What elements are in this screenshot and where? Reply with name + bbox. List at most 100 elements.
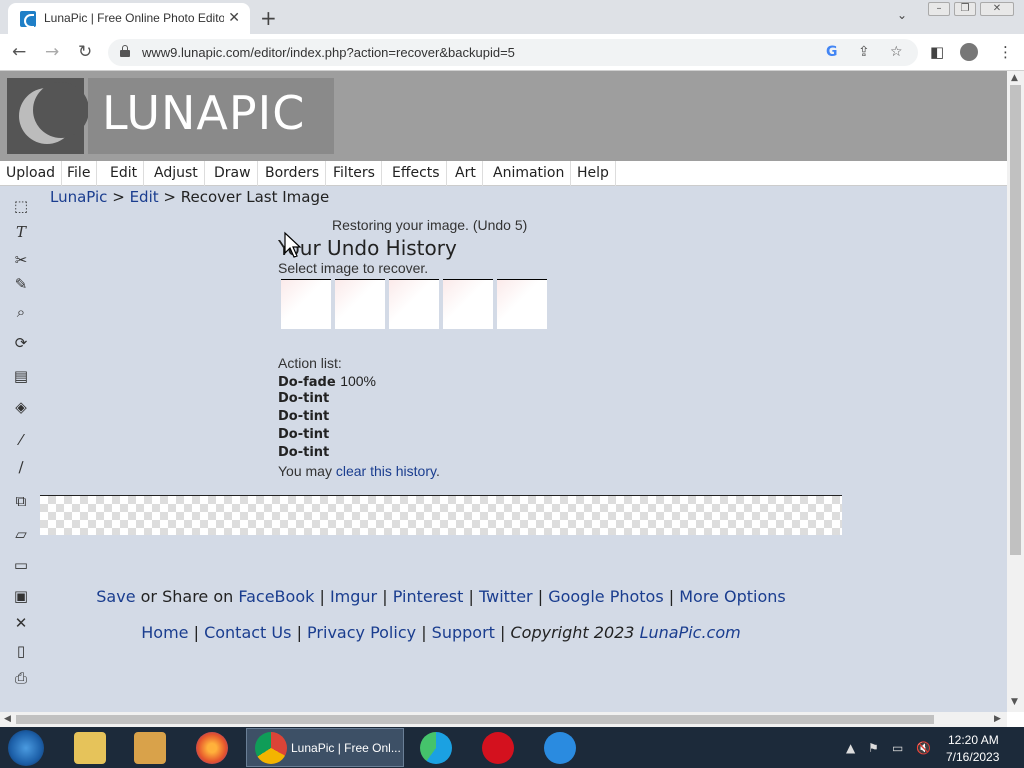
save-link[interactable]: Save — [96, 587, 135, 606]
menu-effects[interactable]: Effects — [386, 161, 447, 186]
eraser-icon[interactable]: ▱ — [8, 523, 34, 545]
address-bar[interactable]: www9.lunapic.com/editor/index.php?action… — [108, 39, 918, 66]
google-icon[interactable]: G — [826, 44, 838, 60]
scissors-icon[interactable]: ✂ — [8, 249, 34, 271]
scroll-down-icon[interactable]: ▼ — [1011, 697, 1018, 707]
action-list-label: Action list: — [278, 355, 342, 371]
image-canvas[interactable] — [40, 495, 842, 535]
url-text[interactable]: www9.lunapic.com/editor/index.php?action… — [142, 45, 515, 60]
moon-logo-icon[interactable] — [7, 78, 89, 154]
contact-us-link[interactable]: Contact Us — [204, 623, 291, 642]
mouse-cursor-icon — [284, 231, 302, 258]
scroll-right-icon[interactable]: ▶ — [994, 714, 1001, 724]
file-explorer-icon[interactable] — [74, 732, 106, 764]
browser-toolbar: ← → ↻ www9.lunapic.com/editor/index.php?… — [0, 34, 1024, 71]
scroll-left-icon[interactable]: ◀ — [4, 714, 11, 724]
open-folder-icon[interactable]: ▭ — [8, 554, 34, 576]
start-button[interactable] — [8, 730, 44, 766]
forward-icon[interactable]: → — [45, 42, 59, 62]
window-close-button[interactable]: ✕ — [980, 2, 1014, 16]
brush-icon[interactable]: ∕ — [8, 456, 34, 478]
menu-adjust[interactable]: Adjust — [148, 161, 205, 186]
main-menu: Upload File Edit Adjust Draw Borders Fil… — [0, 161, 1007, 186]
select-icon[interactable]: ⬚ — [8, 195, 34, 217]
zoom-icon[interactable]: ⌕ — [8, 301, 34, 323]
side-panel-icon[interactable]: ◧ — [930, 43, 944, 61]
undo-thumbnail-4[interactable] — [443, 279, 493, 329]
breadcrumb-home-link[interactable]: LunaPic — [50, 188, 107, 206]
eyedropper-icon[interactable]: ⁄ — [8, 429, 34, 451]
layer-icon[interactable]: ▤ — [8, 365, 34, 387]
menu-file[interactable]: File — [61, 161, 98, 186]
vertical-scrollbar[interactable]: ▲ ▼ — [1007, 71, 1024, 712]
clock-time[interactable]: 12:20 AM — [948, 733, 999, 747]
menu-help[interactable]: Help — [571, 161, 616, 186]
undo-thumbnail-1[interactable] — [281, 279, 331, 329]
menu-art[interactable]: Art — [449, 161, 483, 186]
internet-explorer-icon[interactable] — [544, 732, 576, 764]
horizontal-scroll-thumb[interactable] — [16, 715, 934, 724]
edge-icon[interactable] — [420, 732, 452, 764]
more-menu-icon[interactable]: ⋮ — [998, 43, 1013, 61]
clear-history-link[interactable]: clear this history — [336, 463, 436, 479]
google-photos-link[interactable]: Google Photos — [548, 587, 663, 606]
opera-icon[interactable] — [482, 732, 514, 764]
breadcrumb-edit-link[interactable]: Edit — [130, 188, 159, 206]
browser-tab[interactable]: LunaPic | Free Online Photo Edito ✕ — [8, 3, 250, 34]
share-icon[interactable]: ⇪ — [858, 44, 870, 60]
select-image-instruction: Select image to recover. — [278, 260, 429, 276]
taskbar-chrome-button[interactable]: LunaPic | Free Onl... — [246, 728, 404, 767]
menu-animation[interactable]: Animation — [487, 161, 572, 186]
menu-upload[interactable]: Upload — [0, 161, 63, 186]
undo-thumbnail-3[interactable] — [389, 279, 439, 329]
pencil-icon[interactable]: ✎ — [8, 273, 34, 295]
paint-bucket-icon[interactable]: ◈ — [8, 396, 34, 418]
firefox-icon[interactable] — [196, 732, 228, 764]
lock-icon[interactable] — [120, 45, 130, 57]
menu-borders[interactable]: Borders — [259, 161, 327, 186]
scroll-up-icon[interactable]: ▲ — [1011, 73, 1018, 83]
media-player-icon[interactable] — [134, 732, 166, 764]
maximize-button[interactable]: ❐ — [954, 2, 976, 16]
menu-filters[interactable]: Filters — [327, 161, 382, 186]
menu-draw[interactable]: Draw — [208, 161, 258, 186]
page-icon[interactable]: ▯ — [8, 640, 34, 662]
privacy-policy-link[interactable]: Privacy Policy — [307, 623, 416, 642]
lunapic-favicon-icon — [20, 11, 36, 28]
minimize-button[interactable]: – — [928, 2, 950, 16]
support-link[interactable]: Support — [432, 623, 495, 642]
facebook-link[interactable]: FaceBook — [238, 587, 314, 606]
profile-avatar-icon[interactable] — [960, 43, 978, 61]
lunapic-site-link[interactable]: LunaPic.com — [640, 623, 741, 642]
pinterest-link[interactable]: Pinterest — [393, 587, 464, 606]
tab-search-chevron-icon[interactable]: ⌄ — [897, 8, 907, 22]
breadcrumb-separator: > — [112, 188, 125, 206]
rotate-icon[interactable]: ⟳ — [8, 332, 34, 354]
reload-icon[interactable]: ↻ — [78, 42, 92, 62]
menu-edit[interactable]: Edit — [104, 161, 145, 186]
home-link[interactable]: Home — [141, 623, 188, 642]
volume-muted-icon[interactable]: 🔇 — [916, 741, 931, 755]
undo-thumbnail-5[interactable] — [497, 279, 547, 329]
clear-history-line: You may clear this history. — [278, 463, 440, 479]
print-icon[interactable]: ⎙ — [8, 667, 34, 689]
clock-date[interactable]: 7/16/2023 — [946, 750, 999, 764]
tab-close-icon[interactable]: ✕ — [228, 10, 240, 26]
more-options-link[interactable]: More Options — [679, 587, 785, 606]
logo[interactable]: LUNAPIC — [88, 78, 334, 154]
action-center-flag-icon[interactable]: ⚑ — [868, 741, 879, 755]
vertical-scroll-thumb[interactable] — [1010, 85, 1021, 555]
bookmark-star-icon[interactable]: ☆ — [890, 44, 903, 60]
new-tab-icon[interactable]: + — [260, 6, 277, 30]
imgur-link[interactable]: Imgur — [330, 587, 377, 606]
undo-thumbnail-2[interactable] — [335, 279, 385, 329]
back-icon[interactable]: ← — [12, 42, 26, 62]
horizontal-scrollbar[interactable]: ◀ ▶ — [0, 712, 1007, 727]
separator: | — [668, 587, 675, 606]
footer-links: Home | Contact Us | Privacy Policy | Sup… — [0, 623, 882, 642]
text-icon[interactable]: T — [8, 221, 34, 243]
crop-icon[interactable]: ⧉ — [8, 490, 34, 512]
network-icon[interactable]: ▭ — [892, 741, 903, 755]
twitter-link[interactable]: Twitter — [479, 587, 533, 606]
tray-expand-icon[interactable]: ▲ — [846, 741, 855, 755]
